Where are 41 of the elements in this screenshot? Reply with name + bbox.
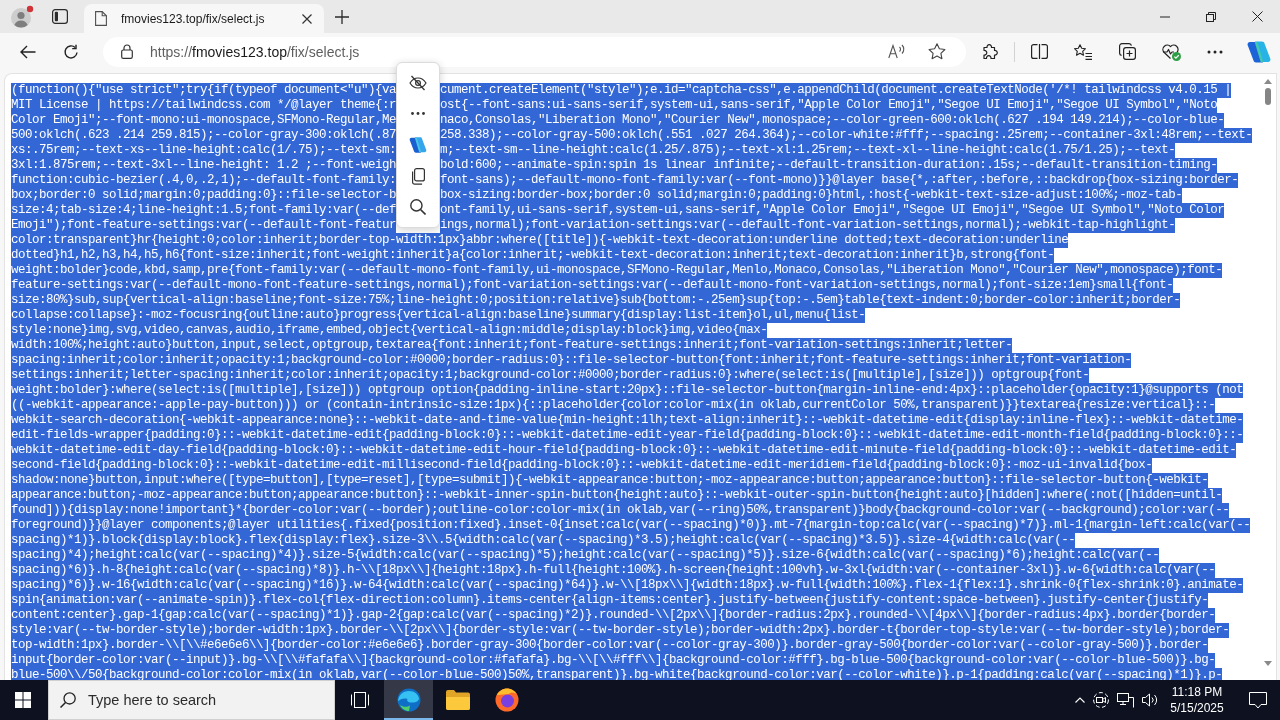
minimize-icon[interactable] — [1160, 15, 1170, 18]
copy-icon[interactable] — [411, 167, 425, 185]
fox-globe-icon[interactable] — [494, 688, 519, 712]
scroll-down-icon[interactable] — [1264, 661, 1272, 666]
scroll-up-icon[interactable] — [1264, 79, 1272, 84]
puzzle-icon[interactable] — [981, 43, 999, 60]
more-icon[interactable] — [1207, 49, 1223, 54]
split-screen-icon[interactable] — [1030, 44, 1048, 59]
heart-pulse-icon[interactable] — [1161, 42, 1181, 61]
close-icon[interactable] — [1251, 11, 1263, 22]
lock-icon[interactable] — [121, 44, 133, 59]
more-icon[interactable] — [411, 112, 425, 116]
restore-icon[interactable] — [1206, 11, 1216, 22]
swirl-browser-icon[interactable] — [396, 688, 421, 712]
clock-date: 5/15/2025 — [1170, 700, 1224, 716]
network-icon[interactable] — [1117, 692, 1134, 708]
favorite-star-icon[interactable] — [928, 43, 946, 60]
collections-icon[interactable] — [1118, 43, 1136, 60]
speech-bubble-icon[interactable] — [1249, 691, 1267, 709]
chevron-up-icon[interactable] — [1075, 697, 1085, 703]
camera-icon[interactable] — [1093, 692, 1109, 708]
page-icon — [95, 11, 107, 26]
star-list-icon[interactable] — [1074, 43, 1092, 60]
swirl-icon[interactable] — [409, 137, 427, 153]
window-panel-icon[interactable] — [52, 9, 68, 24]
speaker-icon[interactable] — [1142, 693, 1158, 707]
task-view-icon[interactable] — [349, 692, 370, 708]
address-bar[interactable]: https://fmovies123.top/fix/select.js — [103, 36, 966, 67]
back-arrow-icon[interactable] — [20, 44, 36, 59]
eye-slash-icon[interactable] — [409, 74, 427, 91]
search-icon[interactable] — [60, 692, 76, 708]
browser-tab[interactable]: fmovies123.top/fix/select.js — [84, 4, 324, 33]
read-aloud-icon[interactable] — [888, 44, 905, 59]
plus-icon[interactable] — [335, 9, 349, 24]
close-icon[interactable] — [302, 13, 312, 24]
taskbar-search-field[interactable]: Type here to search — [48, 680, 335, 720]
scrollbar-thumb[interactable] — [1265, 88, 1271, 105]
folder-icon[interactable] — [445, 690, 470, 710]
refresh-icon[interactable] — [63, 43, 79, 60]
clock-time: 11:18 PM — [1171, 684, 1223, 700]
search-icon[interactable] — [410, 199, 426, 216]
